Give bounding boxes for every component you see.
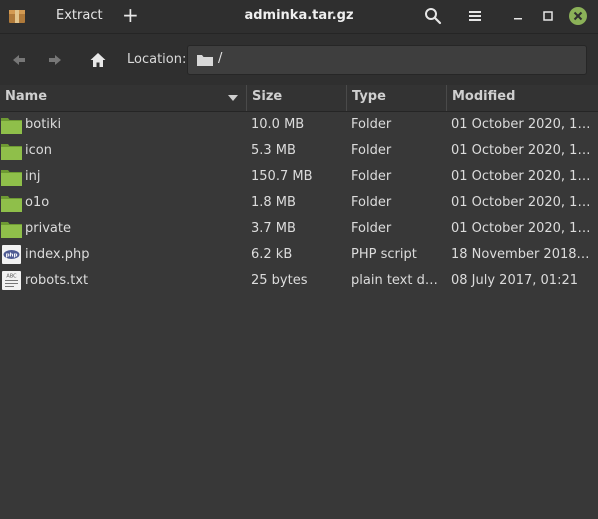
sort-descending-icon	[228, 95, 238, 101]
file-size: 1.8 MB	[251, 195, 296, 210]
text-file-icon: ABC	[2, 271, 21, 290]
file-size: 25 bytes	[251, 273, 308, 288]
archive-app-icon	[9, 10, 25, 23]
file-type: Folder	[351, 117, 392, 132]
file-type: Folder	[351, 143, 392, 158]
file-size: 3.7 MB	[251, 221, 296, 236]
minimize-icon[interactable]	[508, 6, 528, 26]
file-size: 6.2 kB	[251, 247, 293, 262]
table-row[interactable]: icon 5.3 MB Folder 01 October 2020, 10:0…	[0, 138, 598, 164]
file-modified: 01 October 2020, 10:01	[451, 195, 591, 210]
column-header-type[interactable]: Type	[347, 85, 447, 111]
file-modified: 08 July 2017, 01:21	[451, 273, 578, 288]
column-name-label: Name	[5, 89, 48, 104]
column-header-name[interactable]: Name	[0, 85, 247, 111]
file-name: botiki	[25, 117, 62, 132]
column-modified-label: Modified	[452, 89, 516, 104]
file-type: Folder	[351, 221, 392, 236]
folder-icon	[1, 118, 22, 134]
file-type: Folder	[351, 169, 392, 184]
extract-button[interactable]: Extract	[56, 8, 103, 23]
file-modified: 18 November 2018, 00:...	[451, 247, 591, 262]
add-files-button[interactable]: +	[122, 4, 142, 26]
location-value: /	[218, 51, 223, 66]
file-type: Folder	[351, 195, 392, 210]
forward-arrow-icon[interactable]	[46, 51, 64, 69]
location-toolbar: Location: /	[0, 34, 598, 86]
file-modified: 01 October 2020, 10:00	[451, 117, 591, 132]
folder-icon	[197, 55, 213, 66]
file-name: inj	[25, 169, 41, 184]
column-header-modified[interactable]: Modified	[447, 85, 598, 111]
back-arrow-icon[interactable]	[10, 51, 28, 69]
file-size: 10.0 MB	[251, 117, 305, 132]
file-list: botiki 10.0 MB Folder 01 October 2020, 1…	[0, 112, 598, 294]
file-name: robots.txt	[25, 273, 89, 288]
file-name: private	[25, 221, 71, 236]
folder-icon	[1, 222, 22, 238]
folder-icon	[1, 196, 22, 212]
svg-text:php: php	[6, 253, 18, 259]
search-icon[interactable]	[423, 6, 443, 26]
folder-icon	[1, 170, 22, 186]
close-icon[interactable]	[567, 5, 589, 27]
table-header: Name Size Type Modified	[0, 85, 598, 112]
php-file-icon: php	[2, 245, 21, 264]
file-size: 5.3 MB	[251, 143, 296, 158]
home-icon[interactable]	[89, 51, 107, 69]
file-type: plain text docu...	[351, 273, 443, 288]
table-row[interactable]: php index.php 6.2 kB PHP script 18 Novem…	[0, 242, 598, 268]
location-label: Location:	[127, 52, 187, 67]
svg-text:ABC: ABC	[6, 274, 17, 280]
file-modified: 01 October 2020, 10:01	[451, 169, 591, 184]
header-bar: Extract + adminka.tar.gz	[0, 0, 598, 34]
file-modified: 01 October 2020, 10:01	[451, 221, 591, 236]
table-row[interactable]: botiki 10.0 MB Folder 01 October 2020, 1…	[0, 112, 598, 138]
file-name: index.php	[25, 247, 90, 262]
folder-icon	[1, 144, 22, 160]
file-type: PHP script	[351, 247, 417, 262]
file-name: o1o	[25, 195, 50, 210]
table-row[interactable]: o1o 1.8 MB Folder 01 October 2020, 10:01	[0, 190, 598, 216]
maximize-icon[interactable]	[538, 6, 558, 26]
location-field[interactable]: /	[187, 45, 587, 75]
table-row[interactable]: ABC robots.txt 25 bytes plain text docu.…	[0, 268, 598, 294]
file-modified: 01 October 2020, 10:00	[451, 143, 591, 158]
column-header-size[interactable]: Size	[247, 85, 347, 111]
file-size: 150.7 MB	[251, 169, 313, 184]
column-size-label: Size	[252, 89, 283, 104]
file-name: icon	[25, 143, 52, 158]
menu-icon[interactable]	[465, 6, 485, 26]
table-row[interactable]: inj 150.7 MB Folder 01 October 2020, 10:…	[0, 164, 598, 190]
table-row[interactable]: private 3.7 MB Folder 01 October 2020, 1…	[0, 216, 598, 242]
column-type-label: Type	[352, 89, 386, 104]
